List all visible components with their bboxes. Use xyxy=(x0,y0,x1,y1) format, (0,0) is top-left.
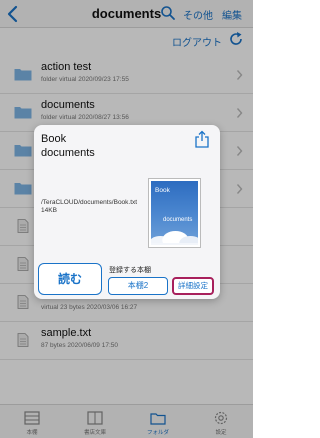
modal-title: Book xyxy=(41,133,67,145)
read-button[interactable]: 読む xyxy=(38,263,102,295)
file-path: /TeraCLOUD/documents/Book.txt xyxy=(41,199,138,206)
modal-subtitle: documents xyxy=(41,147,95,159)
shelf-label: 登録する本棚 xyxy=(109,267,151,274)
book-modal: Book documents /TeraCLOUD/documents/Book… xyxy=(34,125,220,299)
shelf-select-button[interactable]: 本棚2 xyxy=(108,277,168,295)
detail-settings-button[interactable]: 詳細設定 xyxy=(172,277,214,295)
cloud-image xyxy=(151,231,198,245)
cover-subtitle: documents xyxy=(163,217,193,223)
share-icon[interactable] xyxy=(194,130,210,148)
file-size: 14KB xyxy=(41,207,57,214)
cover-title: Book xyxy=(155,187,170,194)
book-cover: Book documents xyxy=(148,178,201,248)
